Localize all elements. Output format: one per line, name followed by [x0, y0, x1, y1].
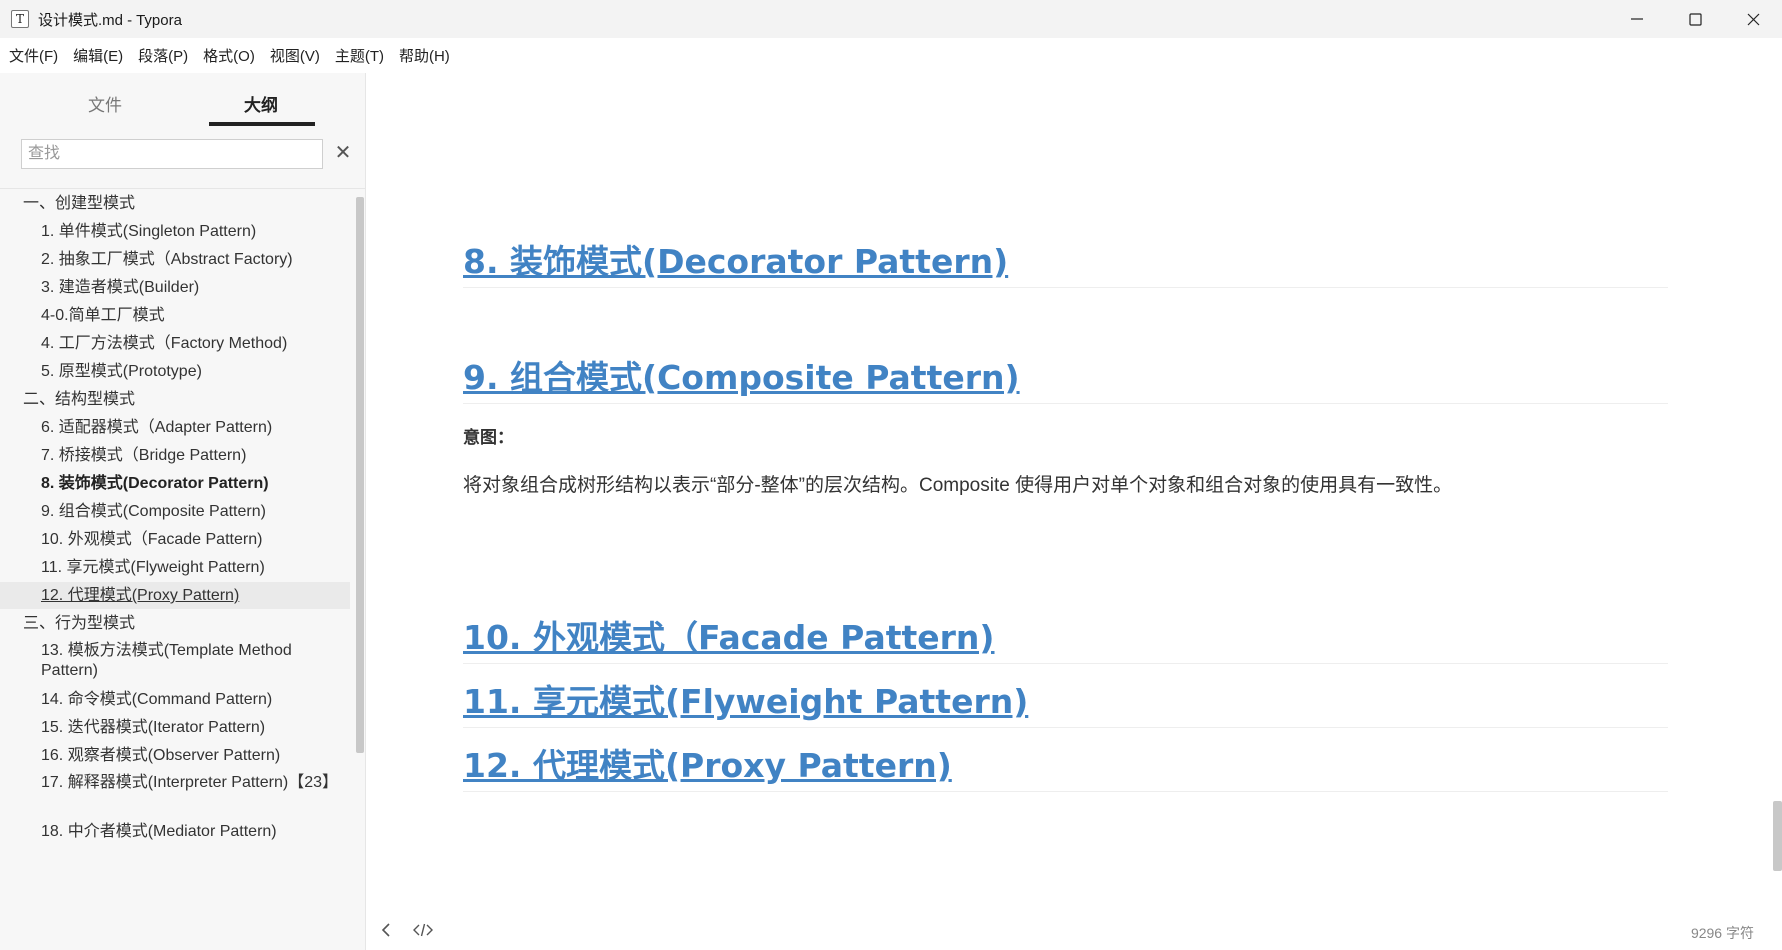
window-title: 设计模式.md - Typora [38, 11, 182, 29]
editor-area: 8. 装饰模式(Decorator Pattern) 9. 组合模式(Compo… [367, 73, 1782, 950]
close-icon: ✕ [334, 142, 352, 164]
word-count[interactable]: 9296 字符 [1691, 923, 1754, 943]
outline-item[interactable]: 4-0.简单工厂模式 [0, 305, 350, 326]
heading-decorator-pattern[interactable]: 8. 装饰模式(Decorator Pattern) [463, 235, 1668, 288]
editor-scrollbar[interactable] [1773, 801, 1782, 871]
outline-item[interactable]: 16. 观察者模式(Observer Pattern) [0, 745, 350, 766]
maximize-button[interactable] [1666, 0, 1724, 38]
title-bar: T 设计模式.md - Typora [0, 0, 1782, 38]
menu-format[interactable]: 格式(O) [197, 41, 261, 70]
outline-search-input[interactable] [22, 140, 322, 168]
maximize-icon [1688, 12, 1702, 26]
outline-item-active[interactable]: 8. 装饰模式(Decorator Pattern) [0, 473, 350, 494]
menu-view[interactable]: 视图(V) [264, 41, 326, 70]
outline-item[interactable]: 11. 享元模式(Flyweight Pattern) [0, 557, 350, 578]
outline-item[interactable]: 10. 外观模式（Facade Pattern) [0, 529, 350, 550]
outline-list: 一、创建型模式 1. 单件模式(Singleton Pattern) 2. 抽象… [0, 193, 352, 950]
intent-label: 意图： [463, 428, 514, 447]
menu-paragraph[interactable]: 段落(P) [132, 41, 194, 70]
heading-flyweight-pattern[interactable]: 11. 享元模式(Flyweight Pattern) [463, 675, 1668, 728]
outline-item[interactable]: 6. 适配器模式（Adapter Pattern) [0, 417, 350, 438]
outline-item[interactable]: 4. 工厂方法模式（Factory Method) [0, 333, 350, 354]
outline-item[interactable]: 1. 单件模式(Singleton Pattern) [0, 221, 350, 242]
menu-edit[interactable]: 编辑(E) [67, 41, 129, 70]
outline-item[interactable]: 7. 桥接模式（Bridge Pattern) [0, 445, 350, 466]
outline-item[interactable]: 18. 中介者模式(Mediator Pattern) [0, 821, 350, 842]
intent-paragraph[interactable]: 将对象组合成树形结构以表示“部分-整体”的层次结构。Composite 使得用户… [463, 470, 1452, 497]
window-controls [1608, 0, 1782, 38]
outline-item[interactable]: 9. 组合模式(Composite Pattern) [0, 501, 350, 522]
sidebar: 文件 大纲 ✕ 一、创建型模式 1. 单件模式(Singleton Patter… [0, 73, 366, 950]
heading-proxy-pattern[interactable]: 12. 代理模式(Proxy Pattern) [463, 739, 1668, 792]
close-window-button[interactable] [1724, 0, 1782, 38]
typora-app-icon: T [11, 10, 29, 28]
menu-theme[interactable]: 主题(T) [329, 41, 390, 70]
clear-search-button[interactable]: ✕ [332, 141, 354, 165]
outline-item[interactable]: 17. 解释器模式(Interpreter Pattern)【23】 [0, 773, 350, 793]
close-icon [1747, 13, 1759, 25]
outline-item[interactable]: 2. 抽象工厂模式（Abstract Factory) [0, 249, 350, 270]
status-bar: 9296 字符 [367, 914, 1782, 950]
outline-section[interactable]: 二、结构型模式 [0, 389, 350, 410]
menu-help[interactable]: 帮助(H) [393, 41, 456, 70]
tab-outline[interactable]: 大纲 [244, 91, 278, 116]
toggle-sidebar-button[interactable] [381, 922, 391, 942]
sidebar-scrollbar[interactable] [356, 197, 364, 753]
menu-bar: 文件(F) 编辑(E) 段落(P) 格式(O) 视图(V) 主题(T) 帮助(H… [0, 38, 1782, 73]
minimize-button[interactable] [1608, 0, 1666, 38]
code-icon [413, 923, 433, 937]
menu-file[interactable]: 文件(F) [3, 41, 64, 70]
outline-item-hovered[interactable]: 12. 代理模式(Proxy Pattern) [0, 582, 350, 609]
sidebar-tabs: 文件 大纲 [0, 73, 366, 129]
outline-item[interactable]: 3. 建造者模式(Builder) [0, 277, 350, 298]
tab-files[interactable]: 文件 [88, 91, 122, 116]
outline-item[interactable]: 15. 迭代器模式(Iterator Pattern) [0, 717, 350, 738]
heading-facade-pattern[interactable]: 10. 外观模式（Facade Pattern) [463, 611, 1668, 664]
outline-search-box [21, 139, 323, 169]
active-tab-indicator [209, 122, 315, 126]
outline-item[interactable]: 14. 命令模式(Command Pattern) [0, 689, 350, 710]
outline-section[interactable]: 三、行为型模式 [0, 613, 350, 634]
outline-section[interactable]: 一、创建型模式 [0, 193, 350, 214]
sidebar-divider [0, 188, 365, 189]
minimize-icon [1631, 18, 1643, 20]
outline-item[interactable]: 5. 原型模式(Prototype) [0, 361, 350, 382]
source-code-mode-button[interactable] [413, 923, 433, 941]
chevron-left-icon [381, 922, 390, 937]
outline-item[interactable]: 13. 模板方法模式(Template Method Pattern) [0, 641, 350, 681]
heading-composite-pattern[interactable]: 9. 组合模式(Composite Pattern) [463, 351, 1668, 404]
